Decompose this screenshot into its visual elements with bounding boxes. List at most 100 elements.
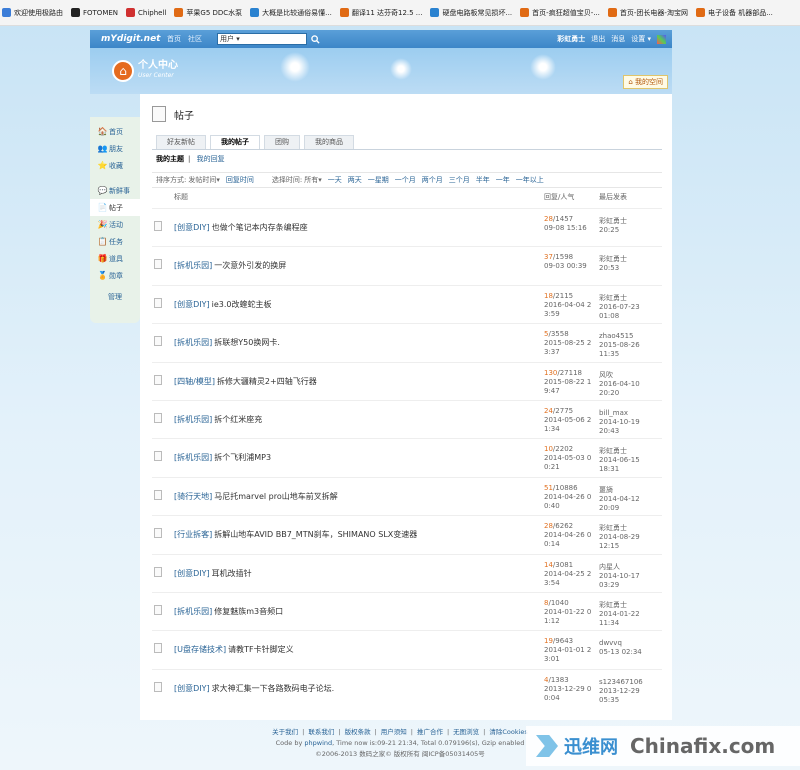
last-post-user[interactable]: bill_max	[599, 409, 628, 417]
bookmark-item[interactable]: FOTOMEN	[71, 8, 118, 17]
site-logo[interactable]: mYdigit.net	[101, 34, 167, 44]
phpwind-link[interactable]: phpwind	[304, 739, 332, 747]
post-category-link[interactable]: [四轴/模型]	[174, 377, 215, 386]
post-category-link[interactable]: [骑行天地]	[174, 492, 212, 501]
post-category-link[interactable]: [拆机乐园]	[174, 338, 212, 347]
post-title-cell[interactable]: [U盘存储技术] 请教TF卡针脚定义	[174, 644, 294, 655]
footer-link[interactable]: 联系我们	[308, 727, 334, 738]
footer-link[interactable]: 关于我们	[272, 727, 298, 738]
post-title[interactable]: 耳机改插针	[212, 569, 252, 578]
sidebar-manage-link[interactable]: 管理	[90, 292, 140, 302]
post-title[interactable]: 修复魅族m3音频口	[214, 607, 283, 616]
post-title[interactable]: ie3.0改蝰蛇主板	[212, 300, 272, 309]
last-post-user[interactable]: zhao4515	[599, 332, 634, 340]
post-category-link[interactable]: [拆机乐园]	[174, 453, 212, 462]
last-post-user[interactable]: 彩虹勇士	[599, 255, 627, 263]
post-category-link[interactable]: [行业拆客]	[174, 530, 212, 539]
last-post-user[interactable]: 内星人	[599, 563, 620, 571]
search-icon[interactable]	[309, 33, 321, 45]
bookmark-item[interactable]: 苹果G5 DDC水泵	[174, 8, 242, 18]
post-title-cell[interactable]: [创意DIY] 耳机改插针	[174, 568, 252, 579]
subtab-my-replies[interactable]: 我的回复	[197, 155, 225, 163]
time-all-select[interactable]: 所有▾	[304, 175, 322, 185]
sidebar-item[interactable]: 🏅 勋章	[90, 267, 140, 284]
post-title[interactable]: 求大神汇集一下各路数码电子论坛.	[212, 684, 335, 693]
post-title-cell[interactable]: [创意DIY] 求大神汇集一下各路数码电子论坛.	[174, 683, 334, 694]
time-filter-link[interactable]: 半年	[476, 175, 490, 185]
post-title-cell[interactable]: [创意DIY] ie3.0改蝰蛇主板	[174, 299, 272, 310]
last-post-user[interactable]: 噩旖	[599, 486, 613, 494]
messages-link[interactable]: 消息	[611, 34, 625, 44]
tab-item[interactable]: 我的商品	[304, 135, 354, 149]
user-name-link[interactable]: 彩虹勇士	[557, 34, 585, 44]
sidebar-item[interactable]: 📄 帖子	[90, 199, 142, 216]
bookmark-item[interactable]: 大概是比较通俗易懂...	[250, 8, 332, 18]
post-title-cell[interactable]: [拆机乐园] 拆联想Y50换网卡.	[174, 337, 280, 348]
post-title[interactable]: 请教TF卡针脚定义	[228, 645, 294, 654]
last-post-user[interactable]: 彩虹勇士	[599, 524, 627, 532]
last-post-user[interactable]: dwvvq	[599, 639, 622, 647]
post-title[interactable]: 马尼托marvel pro山地车前叉拆解	[214, 492, 338, 501]
last-post-user[interactable]: 彩虹勇士	[599, 217, 627, 225]
footer-link[interactable]: 用户须知	[381, 727, 407, 738]
settings-link[interactable]: 设置 ▾	[631, 34, 651, 44]
last-post-user[interactable]: 彩虹勇士	[599, 294, 627, 302]
tab-item[interactable]: 我的帖子	[210, 135, 260, 150]
search-type-select[interactable]: 用户 ▾	[217, 33, 307, 45]
footer-link[interactable]: 清除Cookies	[489, 727, 527, 738]
tab-item[interactable]: 团购	[264, 135, 300, 149]
bookmark-item[interactable]: 硬盘电路板常见损坏...	[430, 8, 512, 18]
my-space-button[interactable]: ⌂ 我的空间	[623, 75, 668, 89]
post-title[interactable]: 拆修大疆精灵2+四轴飞行器	[217, 377, 317, 386]
sidebar-item[interactable]: 🎁 道具	[90, 250, 140, 267]
post-title[interactable]: 拆联想Y50换网卡.	[214, 338, 280, 347]
bookmark-item[interactable]: 翻译11 达芬奇12.5 ...	[339, 8, 422, 18]
post-title-cell[interactable]: [骑行天地] 马尼托marvel pro山地车前叉拆解	[174, 491, 338, 502]
tab-item[interactable]: 好友新帖	[156, 135, 206, 149]
post-title-cell[interactable]: [拆机乐园] 拆个红米座充	[174, 414, 262, 425]
last-post-user[interactable]: 彩虹勇士	[599, 601, 627, 609]
post-category-link[interactable]: [创意DIY]	[174, 569, 210, 578]
post-category-link[interactable]: [创意DIY]	[174, 684, 210, 693]
post-title[interactable]: 也做个笔记本内存条编程座	[212, 223, 308, 232]
post-title[interactable]: 拆解山地车AVID BB7_MTN刹车，SHIMANO SLX变速器	[214, 530, 417, 539]
post-category-link[interactable]: [拆机乐园]	[174, 415, 212, 424]
post-title-cell[interactable]: [拆机乐园] 一次意外引发的换屏	[174, 260, 286, 271]
time-filter-link[interactable]: 一年以上	[516, 175, 544, 185]
sort-reply-time[interactable]: 回复时间	[226, 175, 254, 185]
post-title[interactable]: 拆个飞利浦MP3	[214, 453, 271, 462]
time-filter-link[interactable]: 三个月	[449, 175, 470, 185]
post-title-cell[interactable]: [拆机乐园] 拆个飞利浦MP3	[174, 452, 271, 463]
last-post-user[interactable]: 风吹	[599, 371, 613, 379]
subtab-my-topics[interactable]: 我的主题	[156, 155, 184, 163]
post-title[interactable]: 一次意外引发的换屏	[214, 261, 286, 270]
bookmark-item[interactable]: 首页-团长电器-淘宝网	[607, 8, 688, 18]
bookmark-item[interactable]: 电子设备 机器部品...	[695, 8, 773, 18]
footer-link[interactable]: 版权条款	[345, 727, 371, 738]
user-center-logo[interactable]: ⌂ 个人中心 User Center	[112, 60, 178, 82]
post-category-link[interactable]: [创意DIY]	[174, 300, 210, 309]
post-title-cell[interactable]: [创意DIY] 也做个笔记本内存条编程座	[174, 222, 308, 233]
sort-post-time[interactable]: 发帖时间▾	[188, 175, 220, 185]
post-category-link[interactable]: [拆机乐园]	[174, 607, 212, 616]
post-category-link[interactable]: [U盘存储技术]	[174, 645, 226, 654]
post-category-link[interactable]: [拆机乐园]	[174, 261, 212, 270]
post-title-cell[interactable]: [四轴/模型] 拆修大疆精灵2+四轴飞行器	[174, 376, 317, 387]
time-filter-link[interactable]: 两天	[348, 175, 362, 185]
sidebar-item[interactable]: 🎉 活动	[90, 216, 140, 233]
logout-link[interactable]: 退出	[591, 34, 605, 44]
post-title-cell[interactable]: [拆机乐园] 修复魅族m3音频口	[174, 606, 283, 617]
last-post-user[interactable]: 彩虹勇士	[599, 447, 627, 455]
time-filter-link[interactable]: 一个月	[395, 175, 416, 185]
last-post-user[interactable]: s123467106	[599, 678, 643, 686]
nav-home[interactable]: 首页	[167, 34, 181, 44]
sidebar-item[interactable]: 👥 朋友	[90, 140, 140, 157]
nav-community[interactable]: 社区	[188, 34, 202, 44]
sidebar-item[interactable]: 📋 任务	[90, 233, 140, 250]
skin-icon[interactable]	[657, 34, 666, 44]
time-filter-link[interactable]: 一星期	[368, 175, 389, 185]
bookmark-item[interactable]: 首页-疯狂超值宝贝-...	[520, 8, 600, 18]
bookmark-item[interactable]: Chiphell	[126, 8, 166, 17]
bookmark-item[interactable]: 欢迎使用极路由	[2, 8, 63, 18]
post-category-link[interactable]: [创意DIY]	[174, 223, 210, 232]
